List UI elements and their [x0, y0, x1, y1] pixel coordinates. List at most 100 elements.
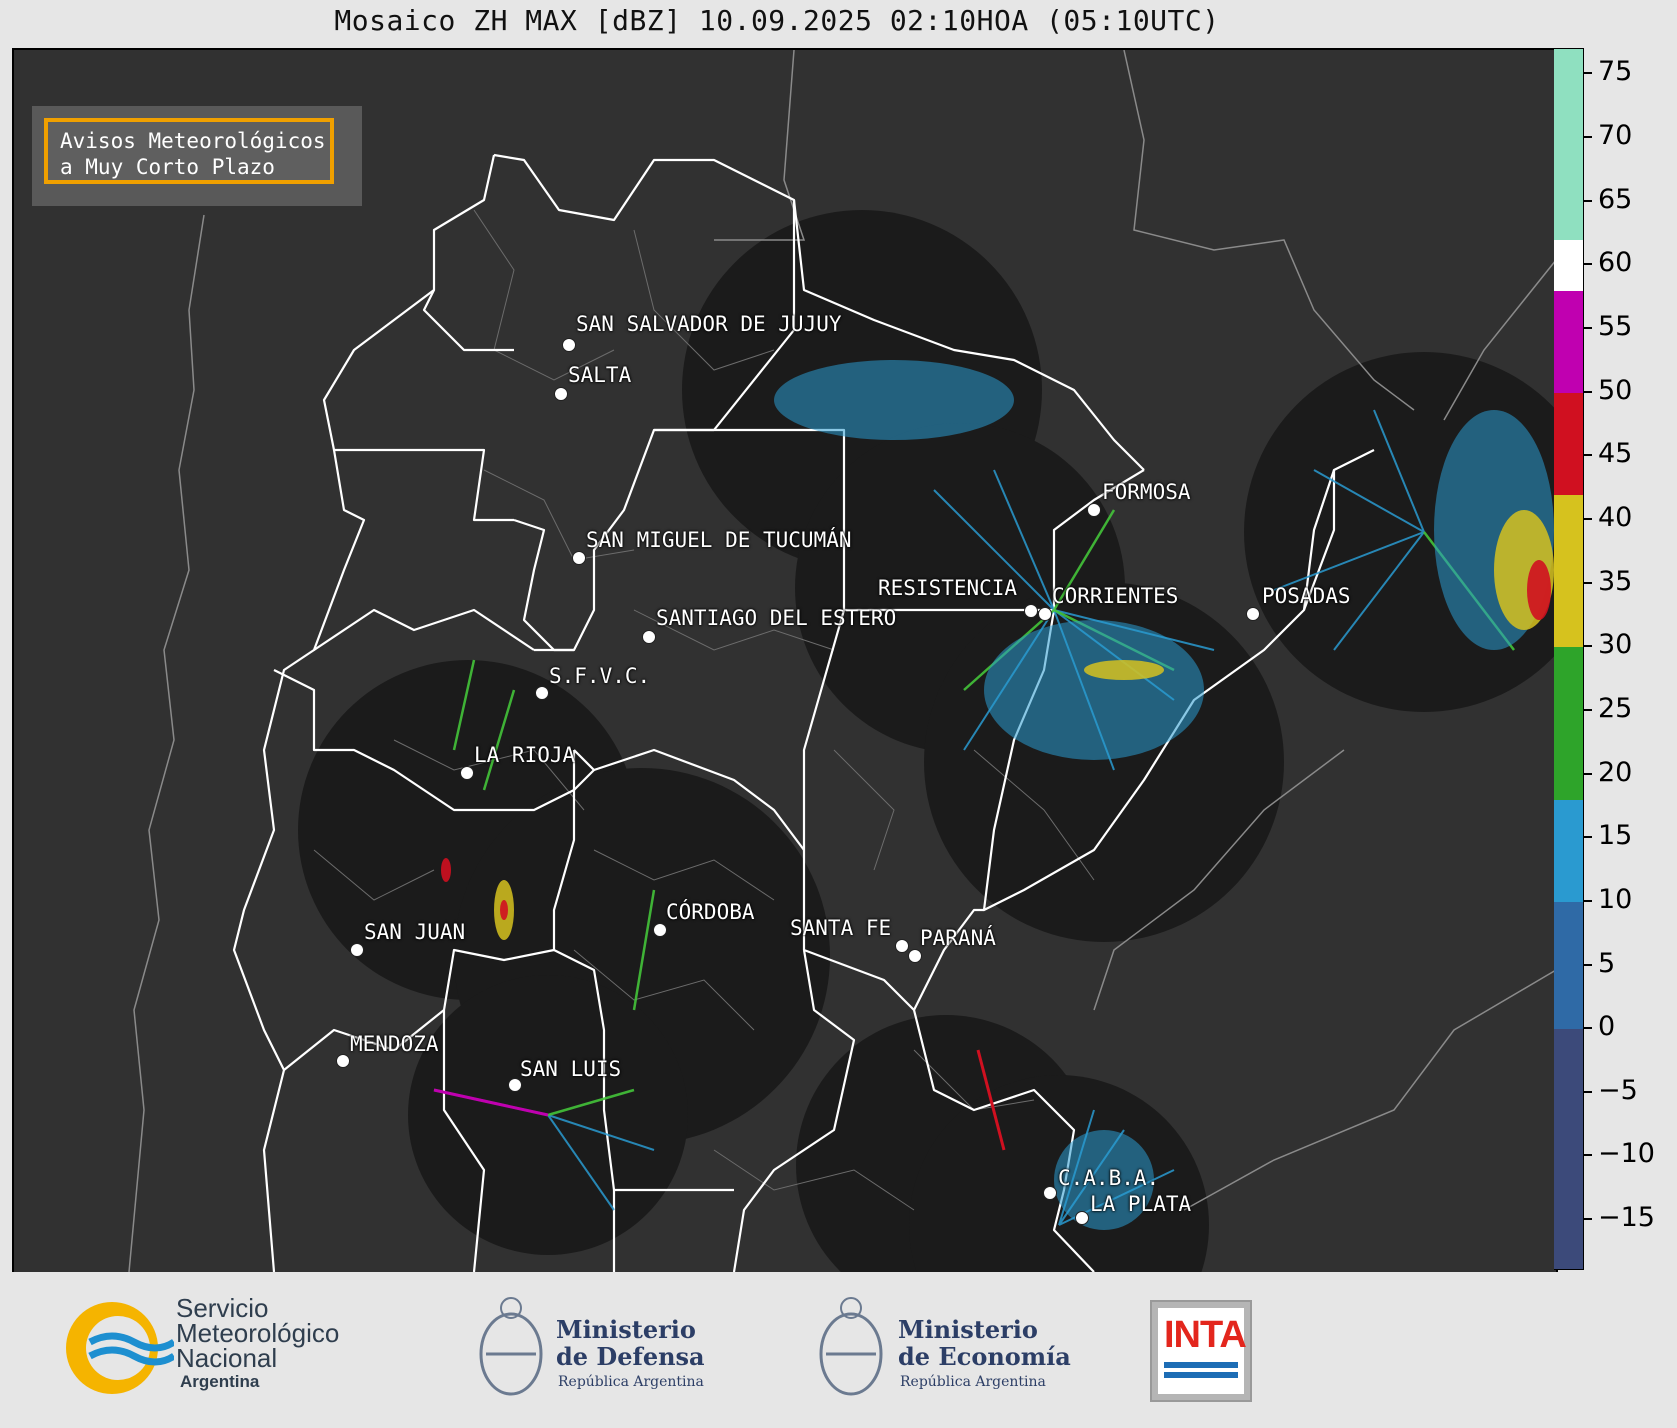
colorbar-tick	[1584, 708, 1592, 711]
city-label-mendoza: MENDOZA	[350, 1032, 439, 1056]
defensa-coat-of-arms-icon	[479, 1297, 543, 1396]
colorbar-tick	[1584, 263, 1592, 266]
colorbar-tick	[1584, 1218, 1592, 1221]
city-dot-caba[interactable]	[1043, 1186, 1057, 1200]
defensa-title: Ministerio de Defensa	[556, 1315, 705, 1371]
colorbar-tick-label: 0	[1598, 1011, 1616, 1043]
map-canvas	[128, 50, 1556, 1272]
colorbar-tick	[1584, 517, 1592, 520]
city-label-salta: SALTA	[568, 363, 632, 387]
colorbar-tick	[1584, 327, 1592, 330]
defensa-subtitle: República Argentina	[558, 1374, 704, 1390]
colorbar-tick	[1584, 72, 1592, 75]
colorbar-tick	[1584, 836, 1592, 839]
city-dot-la-plata[interactable]	[1075, 1211, 1089, 1225]
city-label-la-plata: LA PLATA	[1090, 1192, 1192, 1216]
city-dot-corrientes[interactable]	[1038, 607, 1052, 621]
radar-map[interactable]: Avisos Meteorológicos a Muy Corto Plazo	[12, 48, 1558, 1274]
colorbar-tick-label: 70	[1598, 120, 1633, 152]
city-label-resistencia: RESISTENCIA	[878, 576, 1018, 600]
city-dot-tucuman[interactable]	[572, 551, 586, 565]
colorbar-tick-label: 20	[1598, 756, 1633, 788]
colorbar-tick-label: 35	[1598, 565, 1633, 597]
colorbar-band	[1554, 494, 1583, 648]
colorbar-band	[1554, 290, 1583, 393]
colorbar-tick-label: 65	[1598, 183, 1633, 215]
footer-logos: Servicio Meteorológico Nacional Argentin…	[0, 1272, 1677, 1428]
city-dot-jujuy[interactable]	[562, 338, 576, 352]
inta-logo-text: INTA	[1164, 1314, 1247, 1356]
colorbar-band	[1554, 392, 1583, 495]
colorbar-tick	[1584, 1154, 1592, 1157]
city-dot-mendoza[interactable]	[336, 1054, 350, 1068]
city-label-posadas: POSADAS	[1262, 584, 1351, 608]
colorbar-tick-label: 60	[1598, 247, 1633, 279]
smn-logo-icon	[66, 1302, 174, 1394]
city-dot-cordoba[interactable]	[653, 923, 667, 937]
colorbar-tick	[1584, 899, 1592, 902]
colorbar-tick	[1584, 199, 1592, 202]
inta-logo: INTA	[1150, 1300, 1252, 1402]
city-label-jujuy: SAN SALVADOR DE JUJUY	[576, 312, 842, 336]
colorbar-band	[1554, 800, 1583, 902]
smn-logo-country: Argentina	[180, 1372, 260, 1391]
colorbar-tick	[1584, 645, 1592, 648]
city-label-san-juan: SAN JUAN	[364, 920, 466, 944]
warning-panel[interactable]: Avisos Meteorológicos a Muy Corto Plazo	[32, 106, 362, 206]
city-dot-formosa[interactable]	[1087, 503, 1101, 517]
city-label-tucuman: SAN MIGUEL DE TUCUMÁN	[586, 528, 852, 552]
city-label-corrientes: CORRIENTES	[1052, 584, 1179, 608]
city-label-cordoba: CÓRDOBA	[666, 900, 755, 924]
colorbar-tick-label: −5	[1598, 1074, 1638, 1106]
colorbar-band	[1554, 647, 1583, 801]
colorbar-tick-label: −15	[1598, 1202, 1655, 1234]
city-label-santa-fe: SANTA FE	[790, 916, 892, 940]
colorbar-tick	[1584, 136, 1592, 139]
smn-logo-text: Servicio Meteorológico Nacional	[176, 1293, 340, 1373]
city-dot-catamarca[interactable]	[535, 686, 549, 700]
city-dot-san-juan[interactable]	[350, 943, 364, 957]
colorbar-band	[1554, 49, 1583, 240]
colorbar-tick	[1584, 1090, 1592, 1093]
colorbar-tick-label: 50	[1598, 374, 1633, 406]
dbz-colorbar	[1554, 48, 1584, 1270]
city-label-san-luis: SAN LUIS	[520, 1057, 622, 1081]
colorbar-tick	[1584, 963, 1592, 966]
city-label-catamarca: S.F.V.C.	[549, 664, 651, 688]
city-dot-posadas[interactable]	[1246, 607, 1260, 621]
colorbar-tick-label: 5	[1598, 947, 1616, 979]
colorbar-tick-label: 30	[1598, 629, 1633, 661]
colorbar-tick	[1584, 1027, 1592, 1030]
economia-coat-of-arms-icon	[819, 1297, 883, 1396]
city-dot-parana[interactable]	[908, 949, 922, 963]
city-label-caba: C.A.B.A.	[1058, 1166, 1160, 1190]
city-label-parana: PARANÁ	[920, 926, 996, 950]
colorbar-tick-label: 45	[1598, 438, 1633, 470]
city-label-formosa: FORMOSA	[1102, 480, 1191, 504]
colorbar-tick-label: −10	[1598, 1138, 1655, 1170]
colorbar-band	[1554, 1029, 1583, 1269]
city-dot-santa-fe[interactable]	[895, 939, 909, 953]
colorbar-tick-label: 75	[1598, 56, 1633, 88]
city-label-la-rioja: LA RIOJA	[474, 743, 576, 767]
map-title: Mosaico ZH MAX [dBZ] 10.09.2025 02:10HOA…	[334, 4, 1220, 37]
colorbar-band	[1554, 901, 1583, 1030]
colorbar-tick-label: 40	[1598, 501, 1633, 533]
economia-subtitle: República Argentina	[900, 1374, 1046, 1390]
colorbar-tick	[1584, 454, 1592, 457]
city-dot-la-rioja[interactable]	[460, 766, 474, 780]
colorbar-tick	[1584, 581, 1592, 584]
colorbar-tick-label: 10	[1598, 883, 1633, 915]
colorbar-tick	[1584, 390, 1592, 393]
colorbar-tick-label: 55	[1598, 311, 1633, 343]
colorbar-band	[1554, 239, 1583, 291]
colorbar-tick-label: 25	[1598, 692, 1633, 724]
colorbar-tick-label: 15	[1598, 820, 1633, 852]
economia-title: Ministerio de Economía	[898, 1315, 1071, 1371]
city-dot-salta[interactable]	[554, 387, 568, 401]
city-dot-resistencia[interactable]	[1024, 604, 1038, 618]
colorbar-tick	[1584, 772, 1592, 775]
city-dot-santiago[interactable]	[642, 630, 656, 644]
city-label-santiago: SANTIAGO DEL ESTERO	[656, 606, 897, 630]
warning-label[interactable]: Avisos Meteorológicos a Muy Corto Plazo	[44, 118, 334, 184]
